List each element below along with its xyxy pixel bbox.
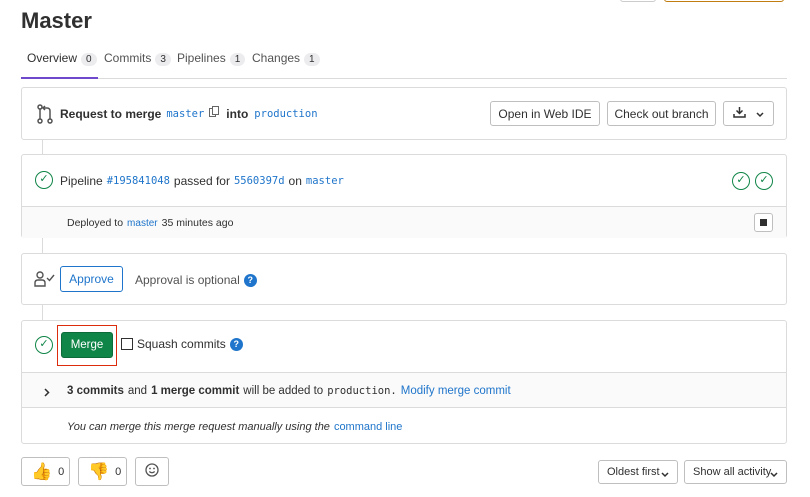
deployment-row: Deployed to master 35 minutes ago — [22, 206, 786, 238]
download-dropdown-button[interactable] — [723, 101, 774, 126]
timeline-connector — [42, 238, 43, 253]
thumbs-down-count: 0 — [115, 465, 122, 478]
merge-request-header-card: Request to merge master into production … — [21, 87, 787, 140]
tab-count: 0 — [81, 53, 97, 66]
commits-count-text: 3 commits — [67, 385, 124, 397]
tab-commits[interactable]: Commits 3 — [104, 48, 171, 79]
tab-count: 1 — [304, 53, 320, 66]
deployment-summary: Deployed to master 35 minutes ago — [67, 217, 233, 229]
tab-label: Changes — [252, 51, 301, 65]
pipeline-status-icon[interactable]: ✓ — [35, 171, 53, 189]
deployed-to-text: Deployed to — [67, 217, 124, 229]
merge-commit-count-text: 1 merge commit — [151, 385, 240, 397]
chevron-right-icon[interactable] — [44, 386, 50, 400]
commit-sha-link[interactable]: 5560397d — [234, 175, 285, 187]
manual-merge-hint: You can merge this merge request manuall… — [67, 421, 330, 433]
check-circle-icon: ✓ — [732, 172, 750, 190]
mr-tabs: Overview 0 Commits 3 Pipelines 1 Changes 1 — [21, 48, 787, 79]
merge-card: ✓ Merge Squash commits ? 3 commits and 1… — [21, 320, 787, 444]
manual-merge-row: You can merge this merge request manuall… — [22, 407, 786, 443]
timeline-connector — [42, 305, 43, 320]
chevron-down-icon — [661, 469, 669, 481]
question-circle-icon[interactable]: ? — [243, 273, 257, 287]
page-title: Master — [21, 8, 92, 33]
approval-optional-text: Approval is optional — [135, 273, 240, 287]
tab-count: 3 — [155, 53, 171, 66]
squash-checkbox[interactable] — [121, 338, 133, 350]
manual-merge-text: You can merge this merge request manuall… — [67, 421, 402, 433]
smiley-icon — [145, 463, 159, 480]
commits-summary-row: 3 commits and 1 merge commit will be add… — [22, 372, 786, 407]
tab-label: Overview — [27, 51, 78, 65]
approve-button[interactable]: Approve — [60, 266, 123, 292]
approval-icon — [34, 271, 56, 290]
stop-environment-button[interactable] — [754, 213, 773, 232]
merge-button[interactable]: Merge — [61, 332, 113, 358]
approval-status: Approval is optional ? — [135, 273, 257, 287]
sort-dropdown[interactable]: Oldest first — [598, 460, 678, 484]
approval-card: Approve Approval is optional ? — [21, 253, 787, 305]
squash-option: Squash commits ? — [121, 337, 243, 351]
merge-request-icon — [36, 104, 54, 127]
tab-label: Pipelines — [177, 51, 226, 65]
will-be-added-text: will be added to — [243, 385, 324, 397]
chevron-down-icon — [770, 469, 778, 481]
download-icon — [733, 106, 746, 121]
tab-changes[interactable]: Changes 1 — [252, 48, 320, 79]
deployed-time: 35 minutes ago — [161, 217, 234, 229]
sort-label: Oldest first — [607, 466, 660, 478]
merge-status-icon: ✓ — [35, 336, 53, 354]
into-label: into — [226, 106, 249, 121]
thumbs-down-icon: 👎 — [88, 462, 110, 481]
target-branch[interactable]: production — [254, 108, 317, 120]
pipeline-card: ✓ Pipeline #195841048 passed for 5560397… — [21, 154, 787, 238]
squash-label: Squash commits — [137, 337, 226, 351]
thumbs-up-icon: 👍 — [31, 462, 53, 481]
stage-2-status[interactable]: ✓ — [755, 172, 773, 190]
pipeline-id-link[interactable]: #195841048 — [107, 175, 170, 187]
and-text: and — [127, 385, 148, 397]
commits-summary-text: 3 commits and 1 merge commit will be add… — [67, 385, 511, 397]
modify-merge-commit-link[interactable]: Modify merge commit — [401, 385, 511, 397]
chevron-down-icon — [756, 107, 764, 121]
open-web-ide-button[interactable]: Open in Web IDE — [490, 101, 600, 126]
stage-1-status[interactable]: ✓ — [732, 172, 750, 190]
filter-label: Show all activity — [693, 466, 772, 478]
request-prefix: Request to merge — [60, 106, 162, 121]
question-circle-icon[interactable]: ? — [229, 337, 243, 351]
pipeline-summary: Pipeline #195841048 passed for 5560397d … — [60, 174, 344, 188]
check-circle-icon: ✓ — [755, 172, 773, 190]
pipeline-branch-link[interactable]: master — [306, 175, 344, 187]
thumbs-down-button[interactable]: 👎 0 — [78, 457, 127, 486]
action-button-partial[interactable] — [664, 0, 784, 2]
on-text: on — [288, 174, 302, 188]
tab-count: 1 — [229, 53, 246, 66]
thumbs-up-count: 0 — [58, 465, 65, 478]
copy-branch-icon[interactable] — [209, 106, 220, 121]
merge-request-summary: Request to merge master into production — [60, 106, 318, 121]
add-reaction-button[interactable] — [135, 457, 169, 486]
tab-pipelines[interactable]: Pipelines 1 — [177, 48, 246, 79]
pipeline-label: Pipeline — [60, 174, 103, 188]
deployed-branch-link[interactable]: master — [127, 218, 158, 229]
stop-icon — [760, 219, 767, 226]
check-circle-icon: ✓ — [35, 336, 53, 354]
target-branch-text: production. — [327, 385, 397, 397]
passed-for-text: passed for — [173, 174, 230, 188]
thumbs-up-button[interactable]: 👍 0 — [21, 457, 70, 486]
edit-button-partial[interactable] — [620, 0, 656, 2]
check-circle-icon: ✓ — [35, 171, 53, 189]
command-line-link[interactable]: command line — [334, 421, 402, 433]
timeline-connector — [42, 140, 43, 154]
source-branch[interactable]: master — [166, 108, 204, 120]
activity-filter-dropdown[interactable]: Show all activity — [684, 460, 787, 484]
check-out-branch-button[interactable]: Check out branch — [607, 101, 716, 126]
tab-overview[interactable]: Overview 0 — [21, 48, 98, 79]
tab-label: Commits — [104, 51, 152, 65]
